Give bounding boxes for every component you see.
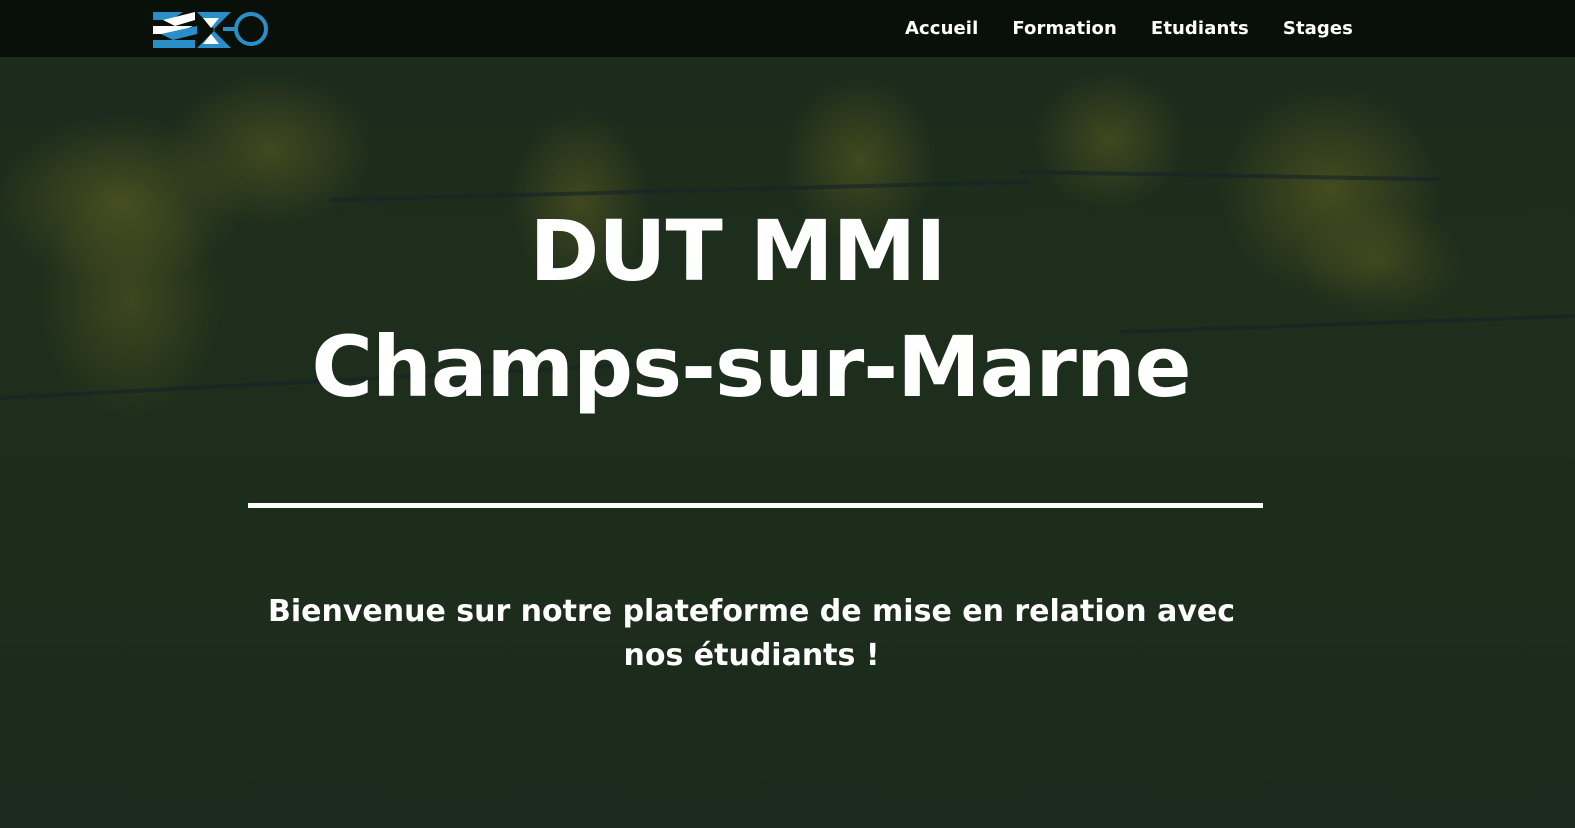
hero-title-line1: DUT MMI: [529, 202, 947, 300]
top-navbar: Accueil Formation Etudiants Stages: [0, 0, 1575, 57]
mmi-logo-icon[interactable]: [153, 8, 271, 52]
main-navigation: Accueil Formation Etudiants Stages: [905, 0, 1353, 57]
nav-link-stages[interactable]: Stages: [1283, 18, 1353, 39]
hero-subtitle: Bienvenue sur notre plateforme de mise e…: [267, 594, 1236, 673]
hero-divider: [248, 503, 1263, 508]
nav-link-etudiants[interactable]: Etudiants: [1151, 18, 1249, 39]
nav-link-accueil[interactable]: Accueil: [905, 18, 978, 39]
hero-title-line2: Champs-sur-Marne: [311, 318, 1191, 416]
page: Accueil Formation Etudiants Stages DUT M…: [0, 0, 1575, 828]
nav-link-formation[interactable]: Formation: [1012, 18, 1117, 39]
